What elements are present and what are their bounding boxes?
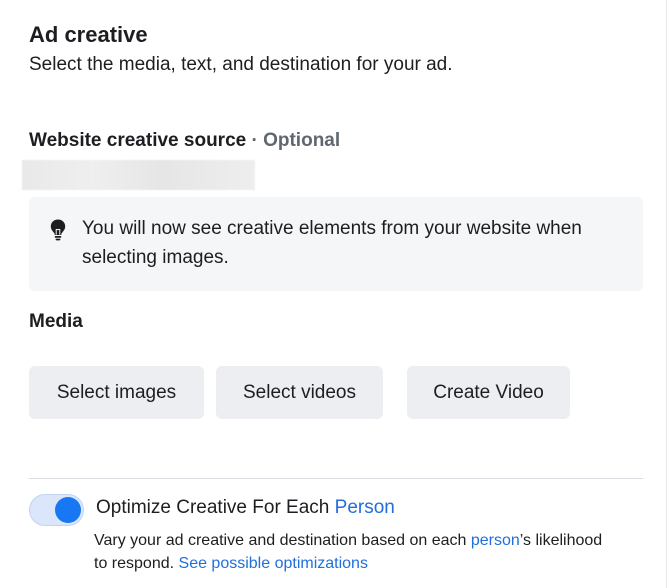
info-message: You will now see creative elements from …: [82, 218, 582, 268]
select-images-button[interactable]: Select images: [29, 366, 204, 419]
website-source-value-redacted[interactable]: [22, 160, 255, 190]
optimize-creative-toggle[interactable]: [29, 494, 84, 526]
optimize-title: Optimize Creative For Each Person: [96, 497, 395, 519]
website-source-title: Website creative source: [29, 130, 247, 151]
select-videos-button[interactable]: Select videos: [216, 366, 383, 419]
see-optimizations-link[interactable]: See possible optimizations: [179, 555, 368, 572]
label-separator: ·: [251, 130, 258, 151]
info-notice: You will now see creative elements from …: [29, 197, 643, 291]
website-source-label: Website creative source · Optional: [29, 130, 340, 152]
media-label: Media: [29, 311, 83, 332]
ad-creative-panel: Ad creative Select the media, text, and …: [0, 0, 667, 588]
lightbulb-icon: [50, 219, 66, 241]
optimize-title-person: Person: [334, 497, 395, 518]
optimize-title-text: Optimize Creative For Each: [96, 497, 330, 518]
section-divider: [29, 478, 643, 479]
toggle-knob: [55, 497, 81, 523]
optional-tag: Optional: [263, 130, 341, 151]
section-subtitle: Select the media, text, and destination …: [29, 54, 453, 75]
section-title: Ad creative: [29, 22, 148, 47]
create-video-button[interactable]: Create Video: [407, 366, 570, 419]
person-link[interactable]: person: [471, 532, 520, 549]
optimize-desc-text: Vary your ad creative and destination ba…: [94, 532, 467, 549]
optimize-description: Vary your ad creative and destination ba…: [94, 529, 614, 575]
